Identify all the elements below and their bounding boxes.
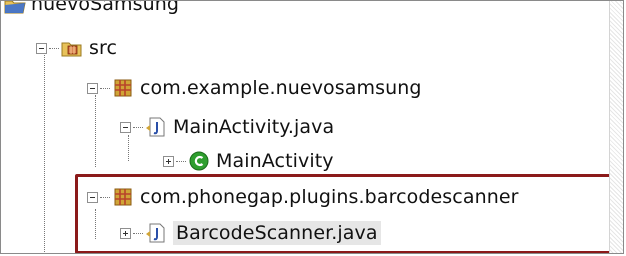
- tree-item-project[interactable]: nuevoSamsung: [3, 0, 180, 21]
- class-icon: [188, 150, 210, 172]
- java-file-icon: [145, 116, 167, 138]
- collapse-toggle-icon[interactable]: [87, 82, 98, 94]
- package-icon: [112, 77, 134, 99]
- tree-connector: [176, 160, 186, 162]
- tree-item-label: nuevoSamsung: [31, 0, 180, 15]
- tree-item-java-file[interactable]: MainActivity.java: [120, 110, 334, 144]
- source-folder-icon: [61, 37, 83, 59]
- tree-connector: [49, 47, 59, 49]
- tree-item-label: MainActivity: [216, 150, 334, 172]
- tree-guide-line: [44, 49, 45, 253]
- tree-item-class[interactable]: MainActivity: [163, 144, 334, 178]
- tree-item-label: src: [89, 37, 118, 59]
- tree-connector: [133, 126, 143, 128]
- collapse-toggle-icon[interactable]: [120, 121, 131, 133]
- project-folder-icon: [3, 1, 26, 15]
- tree-connector: [100, 87, 110, 89]
- tree-item-label: com.example.nuevosamsung: [140, 77, 422, 99]
- package-explorer-tree: nuevoSamsung src com.example.nuevosamsun…: [0, 0, 624, 254]
- tree-guide-line: [95, 95, 96, 167]
- tree-item-package[interactable]: com.example.nuevosamsung: [87, 71, 422, 105]
- collapse-toggle-icon[interactable]: [36, 42, 47, 54]
- tree-item-src[interactable]: src: [36, 31, 117, 65]
- highlight-annotation-box: [75, 174, 617, 253]
- vertical-scrollbar[interactable]: [609, 1, 623, 253]
- expand-toggle-icon[interactable]: [163, 155, 174, 167]
- tree-item-label: MainActivity.java: [173, 116, 335, 138]
